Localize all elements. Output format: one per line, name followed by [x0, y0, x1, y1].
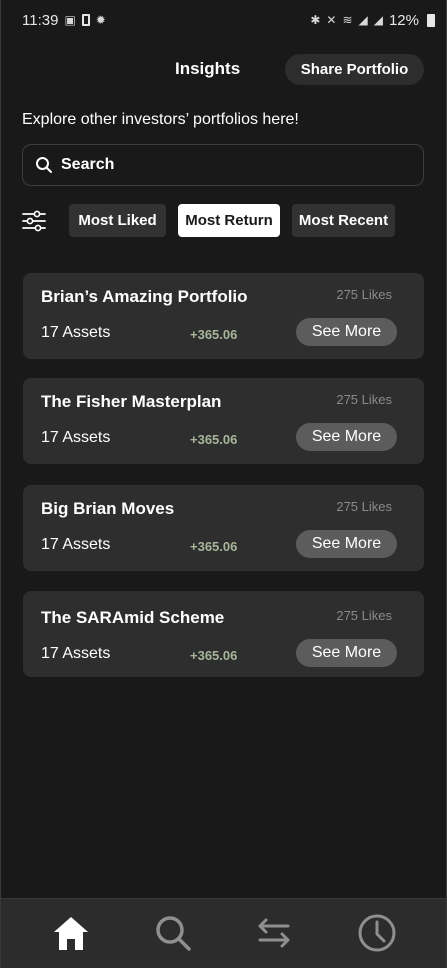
search-icon[interactable]	[153, 913, 193, 953]
bluetooth-icon: ✱	[310, 13, 321, 27]
wifi-icon: ≋	[342, 13, 353, 27]
portfolio-likes: 275 Likes	[336, 287, 392, 302]
header: Insights Share Portfolio	[0, 54, 447, 86]
filter-most-return[interactable]: Most Return	[178, 204, 280, 237]
portfolio-return: +365.06	[190, 432, 238, 447]
status-right: ✱ ✕ ≋ ◢ ◢ 12%	[310, 12, 435, 29]
search-placeholder: Search	[61, 156, 115, 173]
portfolio-assets: 17 Assets	[41, 536, 111, 553]
filter-most-recent[interactable]: Most Recent	[292, 204, 395, 237]
portfolio-title: Brian’s Amazing Portfolio	[41, 287, 248, 306]
share-portfolio-button[interactable]: Share Portfolio	[285, 54, 424, 85]
portfolio-card[interactable]: Brian’s Amazing Portfolio 275 Likes 17 A…	[23, 273, 424, 359]
portfolio-card[interactable]: The SARAmid Scheme 275 Likes 17 Assets +…	[23, 591, 424, 677]
swap-arrows-icon[interactable]	[254, 913, 294, 953]
signal-icon: ◢	[358, 13, 368, 27]
sliders-icon[interactable]	[22, 210, 46, 232]
portfolio-return: +365.06	[190, 648, 238, 663]
portfolio-return: +365.06	[190, 539, 238, 554]
portfolio-likes: 275 Likes	[336, 608, 392, 623]
bottom-nav	[0, 898, 447, 968]
mute-icon: ✕	[326, 13, 337, 27]
filter-most-liked[interactable]: Most Liked	[69, 204, 166, 237]
battery-saver-icon	[81, 14, 90, 26]
status-bar: 11:39 ▣ ✹ ✱ ✕ ≋ ◢ ◢ 12%	[0, 0, 447, 40]
page-title: Insights	[175, 59, 241, 78]
portfolio-assets: 17 Assets	[41, 324, 111, 341]
battery-icon	[427, 13, 435, 27]
portfolio-likes: 275 Likes	[336, 499, 392, 514]
portfolio-title: Big Brian Moves	[41, 499, 175, 518]
bug-icon: ✹	[95, 13, 106, 27]
portfolio-likes: 275 Likes	[336, 392, 392, 407]
portfolio-card[interactable]: Big Brian Moves 275 Likes 17 Assets +365…	[23, 485, 424, 571]
portfolio-card[interactable]: The Fisher Masterplan 275 Likes 17 Asset…	[23, 378, 424, 464]
signal-icon: ◢	[373, 13, 383, 27]
search-icon	[36, 157, 52, 173]
portfolio-title: The Fisher Masterplan	[41, 392, 222, 411]
filter-bar: Most Liked Most Return Most Recent	[0, 204, 447, 238]
portfolio-assets: 17 Assets	[41, 429, 111, 446]
portfolio-assets: 17 Assets	[41, 645, 111, 662]
see-more-button[interactable]: See More	[296, 639, 397, 667]
home-icon[interactable]	[51, 913, 91, 953]
see-more-button[interactable]: See More	[296, 423, 397, 451]
image-icon: ▣	[64, 13, 76, 27]
search-input[interactable]: Search	[22, 144, 424, 186]
portfolio-title: The SARAmid Scheme	[41, 608, 225, 627]
battery-percent: 12%	[388, 11, 419, 29]
see-more-button[interactable]: See More	[296, 318, 397, 346]
status-left: 11:39 ▣ ✹	[22, 12, 106, 29]
page-subtitle: Explore other investors’ portfolios here…	[22, 111, 299, 128]
clock-icon[interactable]	[357, 913, 397, 953]
see-more-button[interactable]: See More	[296, 530, 397, 558]
status-time: 11:39	[22, 11, 59, 29]
portfolio-return: +365.06	[190, 327, 238, 342]
